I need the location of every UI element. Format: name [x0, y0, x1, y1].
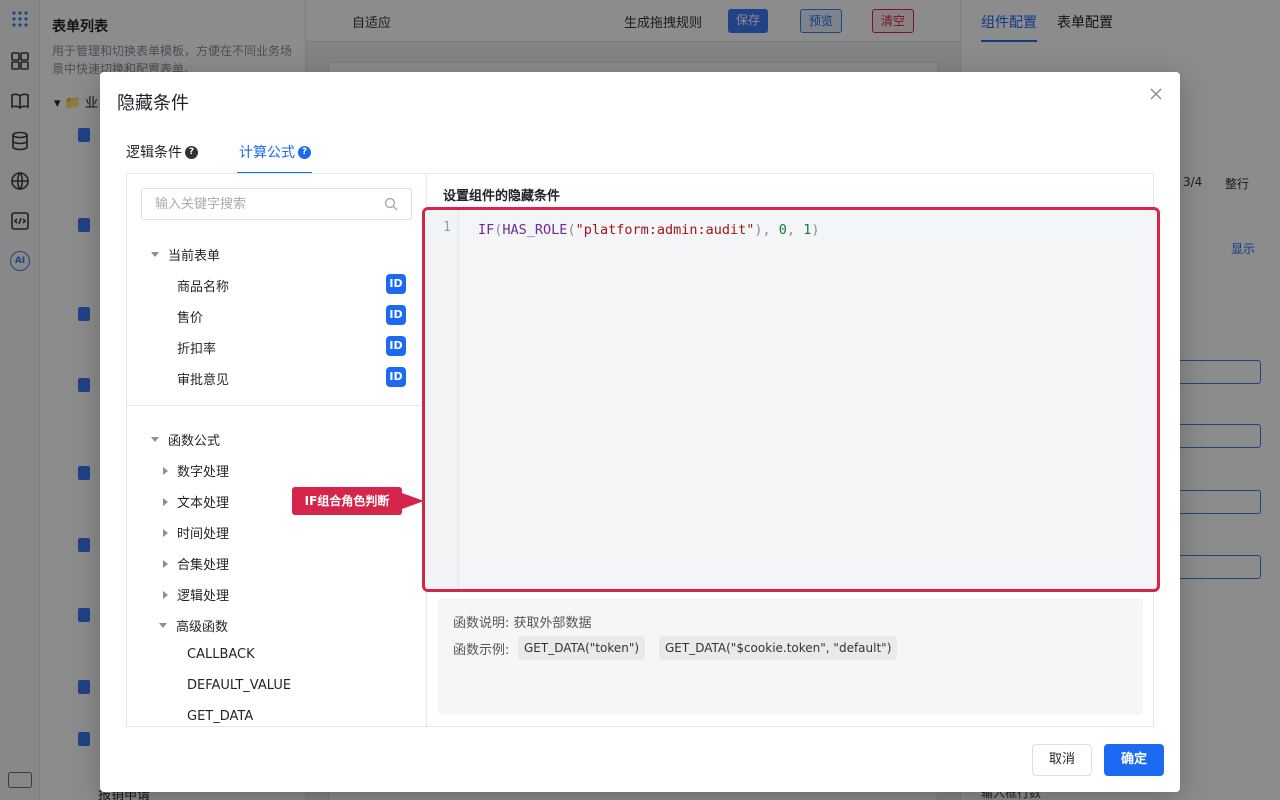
code-token: ): [811, 222, 820, 238]
close-icon[interactable]: [1148, 86, 1164, 102]
code-token: 0: [778, 222, 787, 238]
search-input[interactable]: [155, 189, 385, 219]
line-gutter: 1: [425, 210, 459, 589]
id-badge[interactable]: ID: [386, 336, 406, 356]
cancel-button[interactable]: 取消: [1032, 744, 1092, 776]
formula-editor-area: 设置组件的隐藏条件 1 IF(HAS_ROLE("platform:admin:…: [422, 174, 1160, 726]
field-label: 审批意见: [177, 373, 230, 388]
function-group[interactable]: 高级函数: [159, 616, 228, 635]
group-label: 合集处理: [177, 558, 230, 573]
field-item[interactable]: 商品名称: [177, 276, 229, 295]
field-item[interactable]: 折扣率: [177, 338, 216, 357]
tab-label: 逻辑条件: [126, 145, 182, 161]
field-label: 折扣率: [177, 342, 217, 357]
code-token: IF: [478, 222, 495, 238]
search-box: [141, 188, 412, 220]
field-label: 商品名称: [177, 280, 230, 295]
function-item[interactable]: GET_DATA: [187, 709, 253, 724]
function-item[interactable]: DEFAULT_VALUE: [187, 678, 291, 693]
tab-formula[interactable]: 计算公式 ?: [239, 142, 311, 162]
hidden-condition-dialog: 隐藏条件 逻辑条件 ? 计算公式 ? 当前表单 商品名称 ID 售价: [100, 72, 1180, 792]
callout-arrow: [402, 493, 424, 509]
id-badge[interactable]: ID: [386, 274, 406, 294]
group-label: 高级函数: [176, 620, 229, 635]
group-label: 文本处理: [177, 496, 230, 511]
formula-body: 当前表单 商品名称 ID 售价 ID 折扣率 ID 审批意见 ID 函数公式 数…: [126, 173, 1160, 727]
caret-right-icon: [163, 497, 168, 506]
example-chip[interactable]: GET_DATA("token"): [518, 636, 646, 660]
id-badge[interactable]: ID: [386, 305, 406, 325]
tab-label: 计算公式: [239, 145, 295, 161]
function-example-label: 函数示例:: [453, 643, 510, 658]
group-label: 时间处理: [177, 527, 230, 542]
function-item[interactable]: CALLBACK: [187, 647, 255, 662]
tab-logic-condition[interactable]: 逻辑条件 ?: [126, 142, 198, 162]
search-icon[interactable]: [384, 197, 398, 211]
function-group[interactable]: 逻辑处理: [161, 585, 229, 604]
id-badge[interactable]: ID: [386, 367, 406, 387]
caret-down-icon: [159, 623, 167, 628]
code-editor[interactable]: 1 IF(HAS_ROLE("platform:admin:audit"), 0…: [422, 207, 1160, 592]
function-description: 函数说明: 获取外部数据: [453, 616, 592, 631]
caret-down-icon: [151, 437, 159, 442]
tree-node-functions[interactable]: 函数公式: [151, 430, 220, 449]
tree-divider: [127, 405, 427, 406]
dialog-title: 隐藏条件: [117, 93, 189, 114]
code-token: (: [567, 222, 576, 238]
caret-right-icon: [163, 528, 168, 537]
editor-title: 设置组件的隐藏条件: [443, 189, 561, 204]
caret-down-icon: [151, 252, 159, 257]
help-icon[interactable]: ?: [298, 145, 311, 159]
field-function-tree: 当前表单 商品名称 ID 售价 ID 折扣率 ID 审批意见 ID 函数公式 数…: [127, 174, 427, 726]
function-help: 函数说明: 获取外部数据 函数示例: GET_DATA("token") GET…: [438, 598, 1143, 715]
line-number: 1: [443, 220, 451, 235]
function-group[interactable]: 数字处理: [161, 461, 229, 480]
group-label: 逻辑处理: [177, 589, 230, 604]
function-group[interactable]: 文本处理: [161, 492, 229, 511]
tree-node-current-form[interactable]: 当前表单: [151, 245, 220, 264]
code-token: HAS_ROLE: [502, 222, 568, 238]
field-item[interactable]: 售价: [177, 307, 203, 326]
example-chip[interactable]: GET_DATA("$cookie.token", "default"): [659, 636, 898, 660]
code-token: ),: [754, 222, 779, 238]
caret-right-icon: [163, 466, 168, 475]
tree-node-label: 函数公式: [168, 434, 221, 449]
confirm-button[interactable]: 确定: [1104, 744, 1164, 776]
function-group[interactable]: 合集处理: [161, 554, 229, 573]
function-group[interactable]: 时间处理: [161, 523, 229, 542]
annotation-callout: IF组合角色判断: [292, 487, 402, 515]
field-item[interactable]: 审批意见: [177, 369, 229, 388]
caret-right-icon: [163, 590, 168, 599]
group-label: 数字处理: [177, 465, 230, 480]
code-token: "platform:admin:audit": [575, 222, 755, 238]
field-label: 售价: [177, 311, 204, 326]
help-icon[interactable]: ?: [185, 145, 198, 159]
tree-node-label: 当前表单: [168, 249, 221, 264]
code-token: ,: [786, 222, 804, 238]
caret-right-icon: [163, 559, 168, 568]
code-line[interactable]: IF(HAS_ROLE("platform:admin:audit"), 0, …: [478, 222, 819, 238]
